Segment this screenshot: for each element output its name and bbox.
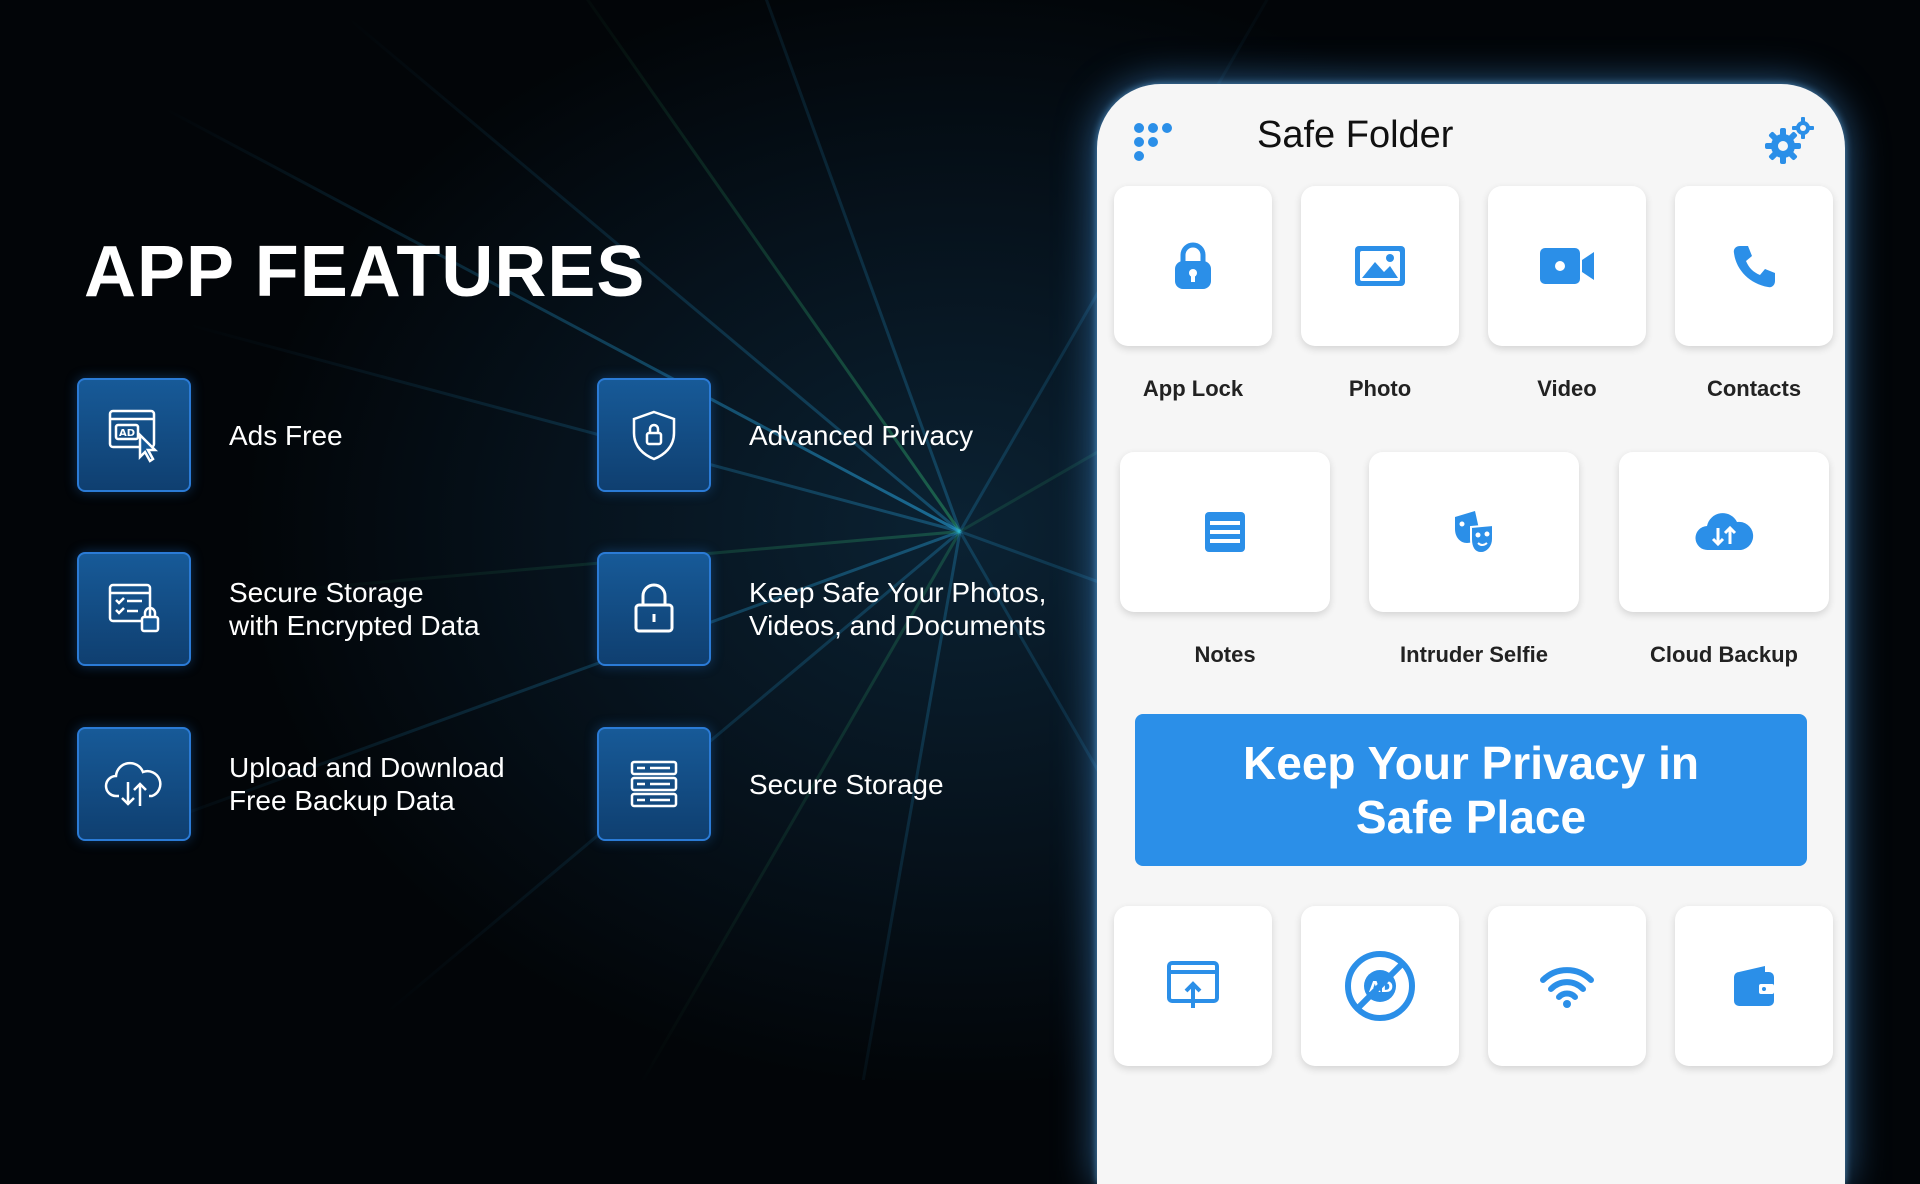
video-icon [1540,248,1594,284]
feature-text: Secure Storage [749,768,944,800]
video-tile[interactable] [1488,186,1646,346]
ad-free-icon: AD [1345,951,1415,1021]
intruder-icon [1455,511,1494,555]
feature-text: Keep Safe Your Photos, Videos, and Docum… [749,577,1047,641]
wifi-icon [1540,967,1594,1008]
feature-item: Keep Safe Your Photos, Videos, and Docum… [597,552,1046,666]
server-icon [597,727,711,841]
privacy-banner[interactable]: Keep Your Privacy in Safe Place [1135,714,1807,866]
phone-mockup: Safe Folder App Lock Photo Video Contact… [1097,84,1845,1184]
menu-dots-icon[interactable] [1131,120,1181,168]
feature-text: Advanced Privacy [749,419,974,451]
lock-icon [1175,242,1211,289]
feature-item: Upload and Download Free Backup Data [77,727,505,841]
contacts-tile[interactable] [1675,186,1833,346]
contacts-label: Contacts [1706,376,1802,401]
app-lock-label: App Lock [1142,376,1244,401]
page-title: APP FEATURES [84,232,646,312]
photo-tile[interactable] [1301,186,1459,346]
settings-icon[interactable] [1763,114,1815,166]
photo-label: Photo [1348,376,1412,401]
feature-item: Secure Storage with Encrypted Data [77,552,480,666]
ad-free-tile[interactable]: AD [1301,906,1459,1066]
photo-icon [1355,246,1405,286]
feature-item: AD Ads Free [77,378,343,492]
intruder-selfie-tile[interactable] [1369,452,1579,612]
svg-text:AD: AD [119,428,135,439]
feature-text: Upload and Download Free Backup Data [229,752,505,816]
feature-text: Secure Storage with Encrypted Data [229,577,480,641]
phone-icon [1733,246,1775,288]
ad-block-icon: AD [77,378,191,492]
wallet-icon [1734,966,1774,1006]
feature-item: Secure Storage [597,727,944,841]
wifi-tile[interactable] [1488,906,1646,1066]
feature-item: Advanced Privacy [597,378,973,492]
notes-label: Notes [1194,642,1256,667]
video-label: Video [1537,376,1597,401]
cloud-backup-label: Cloud Backup [1650,642,1798,667]
wallet-tile[interactable] [1675,906,1833,1066]
browser-upload-tile[interactable] [1114,906,1272,1066]
intruder-selfie-label: Intruder Selfie [1400,642,1548,667]
cloud-backup-tile[interactable] [1619,452,1829,612]
app-lock-tile[interactable] [1114,186,1272,346]
cloud-sync-icon [77,727,191,841]
secure-storage-icon [77,552,191,666]
browser-upload-icon [1167,961,1219,1008]
feature-text: Ads Free [229,419,343,451]
cloud-backup-icon [1695,513,1754,551]
notes-tile[interactable] [1120,452,1330,612]
shield-lock-icon [597,378,711,492]
padlock-icon [597,552,711,666]
notes-icon [1205,512,1245,552]
app-title: Safe Folder [1257,114,1454,156]
